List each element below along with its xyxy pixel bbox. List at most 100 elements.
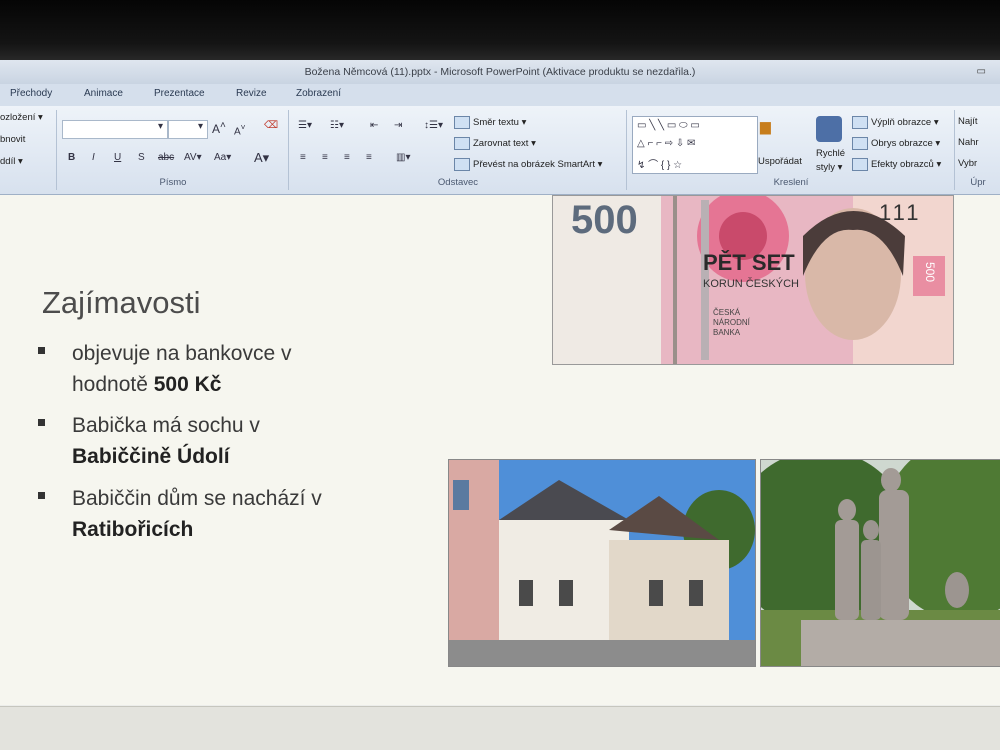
- bullet-item[interactable]: Babiččin dům se nachází v Ratibořicích: [38, 483, 322, 545]
- quick-styles-label-1[interactable]: Rychlé: [816, 148, 845, 159]
- paragraph-group: ☰▾ ☷▾ ⇤ ⇥ ↕☰▾ ≡ ≡ ≡ ≡ ▥▾ Směr textu ▾ Za…: [290, 110, 627, 190]
- tab-transitions[interactable]: Přechody: [10, 88, 52, 99]
- arrange-icon[interactable]: ▆: [760, 118, 771, 135]
- quick-styles-label-2[interactable]: styly ▾: [816, 162, 842, 173]
- font-group-label: Písmo: [159, 177, 187, 188]
- banknote-side-value: 500: [923, 262, 937, 283]
- drawing-group: ▭ ╲ ╲ ▭ ⬭ ▭ △ ⌐ ⌐ ⇨ ⇩ ✉ ↯ ⌒ { } ☆ ▆ Uspo…: [628, 110, 955, 190]
- monitor-bezel: [0, 0, 1000, 62]
- columns-icon[interactable]: ▥▾: [396, 152, 410, 163]
- shapes-gallery[interactable]: ▭ ╲ ╲ ▭ ⬭ ▭ △ ⌐ ⌐ ⇨ ⇩ ✉ ↯ ⌒ { } ☆: [632, 116, 758, 174]
- align-center-icon[interactable]: ≡: [322, 152, 328, 163]
- tab-review[interactable]: Revize: [236, 88, 267, 99]
- shape-fill-icon: [852, 116, 868, 129]
- bullet-line: Babiččině Údolí: [72, 441, 260, 472]
- chevron-down-icon: ▾: [198, 121, 204, 132]
- strikethrough-icon[interactable]: abc: [158, 152, 174, 163]
- shape-fill-label: Výplň obrazce ▾: [871, 117, 939, 129]
- smartart-icon: [454, 158, 470, 171]
- bold-icon[interactable]: B: [68, 152, 75, 163]
- banknote-value: 500: [571, 198, 638, 242]
- bullet-item[interactable]: objevuje na bankovce v hodnotě 500 Kč: [38, 338, 292, 400]
- shape-fill-button[interactable]: Výplň obrazce ▾: [852, 116, 939, 129]
- title-bar: Božena Němcová (11).pptx - Microsoft Pow…: [0, 60, 1000, 84]
- bullet-line: Babička má sochu v: [72, 414, 260, 437]
- paragraph-group-label: Odstavec: [437, 177, 479, 188]
- tab-slideshow[interactable]: Prezentace: [154, 88, 205, 99]
- banknote-serial: 111: [879, 200, 922, 225]
- slide-heading[interactable]: Zajímavosti: [42, 285, 200, 321]
- window-title: Božena Němcová (11).pptx - Microsoft Pow…: [304, 66, 696, 78]
- shape-effects-icon: [852, 158, 868, 171]
- banknote-image[interactable]: 500 111 PĚT SET KORUN ČESKÝCH ČESKÁ NÁRO…: [552, 195, 954, 365]
- shape-icons: △ ⌐ ⌐ ⇨ ⇩ ✉: [637, 138, 696, 149]
- chevron-down-icon: ▾: [158, 121, 164, 132]
- statue-photo[interactable]: [760, 459, 1000, 667]
- notes-pane[interactable]: [0, 706, 1000, 750]
- increase-indent-icon[interactable]: ⇥: [394, 120, 402, 131]
- line-spacing-icon[interactable]: ↕☰▾: [424, 120, 443, 131]
- text-direction-label: Směr textu ▾: [473, 117, 527, 129]
- statue-graphic: [761, 460, 1000, 666]
- quick-styles-icon[interactable]: [816, 116, 842, 142]
- slides-group: ozložení ▾ bnovit ddíl ▾: [0, 110, 57, 190]
- shrink-font-icon[interactable]: A˅: [234, 122, 246, 137]
- shape-outline-label: Obrys obrazce ▾: [871, 138, 941, 150]
- banknote-bank: ČESKÁ NÁRODNÍ BANKA: [713, 308, 750, 337]
- bullet-bold-text: Babiččině Údolí: [72, 445, 230, 468]
- change-case-icon[interactable]: Aa▾: [214, 152, 231, 163]
- text-direction-button[interactable]: Směr textu ▾: [454, 116, 526, 129]
- shape-outline-button[interactable]: Obrys obrazce ▾: [852, 137, 940, 150]
- font-group: ▾ ▾ A˄ A˅ ⌫ B I U S abc AV▾ Aa▾ A▾ Písmo: [58, 110, 289, 190]
- editing-group: Najít Nahr Vybr Úpr: [956, 110, 1000, 190]
- editing-group-label: Úpr: [970, 177, 986, 188]
- bullet-bold-text: Ratibořicích: [72, 518, 194, 541]
- font-name-input[interactable]: [62, 120, 168, 139]
- shape-effects-label: Efekty obrazců ▾: [871, 159, 942, 171]
- bullet-marker: [38, 419, 45, 426]
- bullet-marker: [38, 347, 45, 354]
- shape-icons: ↯ ⌒ { } ☆: [637, 160, 683, 171]
- shape-effects-button[interactable]: Efekty obrazců ▾: [852, 158, 941, 171]
- spacing-icon[interactable]: AV▾: [184, 152, 202, 163]
- arrange-label[interactable]: Uspořádat: [758, 156, 802, 167]
- select-button[interactable]: Vybr: [958, 158, 977, 169]
- powerpoint-window: Božena Němcová (11).pptx - Microsoft Pow…: [0, 60, 1000, 750]
- bullet-text: hodnotě: [72, 373, 154, 396]
- align-right-icon[interactable]: ≡: [344, 152, 350, 163]
- justify-icon[interactable]: ≡: [366, 152, 372, 163]
- ribbon-tabs: Přechody Animace Prezentace Revize Zobra…: [0, 84, 1000, 106]
- banknote-text-main: PĚT SET: [703, 250, 795, 275]
- italic-icon[interactable]: I: [92, 152, 95, 163]
- window-control-icon[interactable]: ▭: [977, 60, 986, 84]
- bullet-marker: [38, 492, 45, 499]
- slide-canvas[interactable]: Zajímavosti objevuje na bankovce v hodno…: [0, 195, 1000, 705]
- tab-animations[interactable]: Animace: [84, 88, 123, 99]
- smartart-label: Převést na obrázek SmartArt ▾: [473, 159, 603, 171]
- bullet-item[interactable]: Babička má sochu v Babiččině Údolí: [38, 410, 260, 472]
- section-button[interactable]: ddíl ▾: [0, 156, 23, 167]
- reset-button[interactable]: bnovit: [0, 134, 25, 145]
- tab-view[interactable]: Zobrazení: [296, 88, 341, 99]
- numbering-icon[interactable]: ☷▾: [330, 120, 344, 131]
- house-photo[interactable]: [448, 459, 756, 667]
- font-color-icon[interactable]: A▾: [254, 150, 269, 166]
- bullets-icon[interactable]: ☰▾: [298, 120, 312, 131]
- decrease-indent-icon[interactable]: ⇤: [370, 120, 378, 131]
- grow-font-icon[interactable]: A˄: [212, 120, 226, 136]
- text-direction-icon: [454, 116, 470, 129]
- align-text-button[interactable]: Zarovnat text ▾: [454, 137, 536, 150]
- align-text-icon: [454, 137, 470, 150]
- clear-format-icon[interactable]: ⌫: [264, 120, 278, 131]
- shadow-icon[interactable]: S: [138, 152, 145, 163]
- layout-button[interactable]: ozložení ▾: [0, 112, 43, 123]
- drawing-group-label: Kreslení: [773, 177, 809, 188]
- align-text-label: Zarovnat text ▾: [473, 138, 536, 150]
- find-button[interactable]: Najít: [958, 116, 978, 127]
- align-left-icon[interactable]: ≡: [300, 152, 306, 163]
- shape-outline-icon: [852, 137, 868, 150]
- smartart-button[interactable]: Převést na obrázek SmartArt ▾: [454, 158, 602, 171]
- replace-button[interactable]: Nahr: [958, 137, 979, 148]
- bullet-line: Babiččin dům se nachází v: [72, 487, 322, 510]
- underline-icon[interactable]: U: [114, 152, 121, 163]
